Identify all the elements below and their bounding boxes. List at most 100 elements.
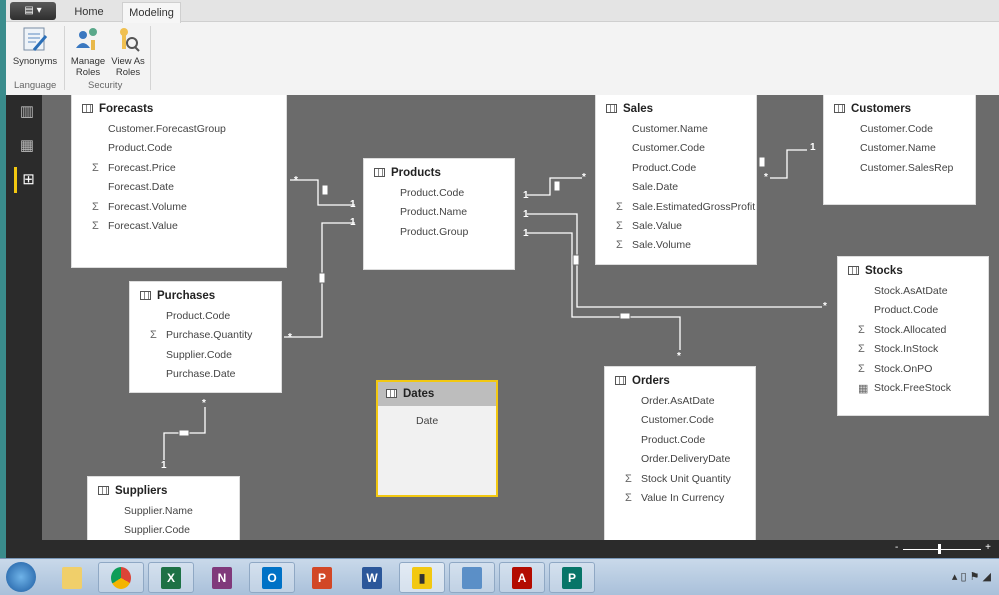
start-button[interactable] xyxy=(6,562,36,592)
field-item[interactable]: Order.AsAtDate xyxy=(641,395,715,407)
taskbar-power-bi[interactable]: ▮ xyxy=(399,562,445,593)
synonyms-button[interactable]: Synonyms xyxy=(12,26,58,67)
table-header[interactable]: Sales xyxy=(606,99,653,119)
field-item[interactable]: Σ Purchase.Quantity xyxy=(150,329,252,341)
field-item[interactable]: Customer.ForecastGroup xyxy=(108,123,226,135)
field-item[interactable]: Σ Value In Currency xyxy=(625,492,724,504)
cardinality-one: 1 xyxy=(161,460,167,471)
field-item[interactable]: Product.Code xyxy=(108,142,172,154)
field-item[interactable]: Σ Stock.OnPO xyxy=(858,363,932,375)
field-item[interactable]: Product.Code xyxy=(641,434,705,446)
field-item[interactable]: Σ Forecast.Price xyxy=(92,161,176,174)
taskbar-powerpoint[interactable]: P xyxy=(299,562,345,593)
crossfilter-icon xyxy=(178,429,190,437)
file-menu-button[interactable]: ▤ ▾ xyxy=(10,2,56,20)
table-header[interactable]: Forecasts xyxy=(82,99,153,119)
field-item[interactable]: Product.Code xyxy=(632,162,696,174)
field-name: Stock.Allocated xyxy=(874,323,947,336)
field-name: Date xyxy=(416,415,439,427)
zoom-slider[interactable]: - + xyxy=(895,542,991,555)
field-item[interactable]: Product.Name xyxy=(400,206,467,218)
taskbar-control-panel[interactable] xyxy=(449,562,495,593)
table-card-stocks[interactable]: Stocks Stock.AsAtDate Product.Code Σ Stock.A… xyxy=(837,256,989,416)
field-item[interactable]: Σ Sale.Value xyxy=(616,220,683,232)
table-card-suppliers[interactable]: Suppliers Supplier.Name Supplier.Code xyxy=(87,476,240,540)
cardinality-one: 1 xyxy=(523,209,529,220)
taskbar-explorer[interactable] xyxy=(49,562,95,593)
cardinality-many: * xyxy=(823,301,827,312)
table-card-forecasts[interactable]: Forecasts Customer.ForecastGroup Product.C… xyxy=(71,95,287,268)
cardinality-one: 1 xyxy=(810,142,816,153)
taskbar-acrobat[interactable]: A xyxy=(499,562,545,593)
data-view-icon[interactable]: ▦ xyxy=(14,133,40,159)
field-name: Forecast.Price xyxy=(108,161,176,174)
field-item[interactable]: Customer.SalesRep xyxy=(860,162,953,174)
group-security-label: Security xyxy=(88,80,123,91)
table-icon xyxy=(848,266,859,275)
field-item[interactable]: Date xyxy=(416,415,438,427)
table-card-orders[interactable]: Orders Order.AsAtDate Customer.Code Product… xyxy=(604,366,756,540)
table-card-products[interactable]: Products Product.Code Product.Name Product.… xyxy=(363,158,515,270)
field-item[interactable]: Σ Sale.Volume xyxy=(616,239,691,251)
field-name: Product.Code xyxy=(641,433,706,446)
relationships-view-icon[interactable]: ⊞ xyxy=(14,167,40,193)
group-language-label: Language xyxy=(14,80,57,91)
view-as-roles-button[interactable]: View As Roles xyxy=(108,26,148,78)
table-header[interactable]: Purchases xyxy=(140,286,215,306)
taskbar-onenote[interactable]: N xyxy=(199,562,245,593)
table-header[interactable]: Customers xyxy=(834,99,911,119)
table-header[interactable]: Stocks xyxy=(848,261,903,281)
field-item[interactable]: Customer.Name xyxy=(860,142,936,154)
field-item[interactable]: Product.Group xyxy=(400,226,468,238)
field-item[interactable]: Σ Stock Unit Quantity xyxy=(625,473,731,485)
sum-icon: Σ xyxy=(625,492,632,504)
field-item[interactable]: Supplier.Name xyxy=(124,505,193,517)
field-item[interactable]: Forecast.Date xyxy=(108,181,174,193)
field-item[interactable]: Order.DeliveryDate xyxy=(641,453,730,465)
field-item[interactable]: Sale.Date xyxy=(632,181,678,193)
field-name: Sale.Value xyxy=(632,220,683,232)
manage-roles-button[interactable]: Manage Roles xyxy=(68,26,108,78)
field-item[interactable]: Σ Sale.EstimatedGrossProfit xyxy=(616,201,755,213)
taskbar-outlook[interactable]: O xyxy=(249,562,295,593)
tab-home[interactable]: Home xyxy=(66,2,112,23)
relationships-canvas[interactable]: * 1 1 * 1 * * 1 1 1 * * * 1 Forecasts Cus… xyxy=(42,95,999,540)
field-item[interactable]: Stock.AsAtDate xyxy=(874,285,948,297)
system-tray[interactable]: ▴ ▯ ⚑ ◢ xyxy=(952,570,991,583)
field-item[interactable]: Σ Forecast.Value xyxy=(92,220,178,232)
taskbar-excel[interactable]: X xyxy=(148,562,194,593)
table-header[interactable]: Suppliers xyxy=(98,481,167,501)
field-name: Product.Name xyxy=(400,206,468,219)
table-card-customers[interactable]: Customers Customer.Code Customer.Name Custo… xyxy=(823,95,976,205)
table-icon xyxy=(606,104,617,113)
field-item[interactable]: Supplier.Code xyxy=(124,524,190,536)
field-item[interactable]: Product.Code xyxy=(874,304,938,316)
field-item[interactable]: Customer.Code xyxy=(632,142,705,154)
zoom-out-button[interactable]: - xyxy=(895,542,898,553)
table-header[interactable]: Orders xyxy=(615,371,670,391)
report-view-icon[interactable]: ▥ xyxy=(14,99,40,125)
view-as-roles-icon xyxy=(113,26,143,54)
field-item[interactable]: Σ Stock.InStock xyxy=(858,343,938,355)
field-item[interactable]: Customer.Code xyxy=(641,414,714,426)
table-card-purchases[interactable]: Purchases Product.Code Σ Purchase.Quantity S… xyxy=(129,281,282,393)
taskbar-chrome[interactable] xyxy=(98,562,144,593)
field-item[interactable]: ▦ Stock.FreeStock xyxy=(858,382,951,395)
field-item[interactable]: Customer.Name xyxy=(632,123,708,135)
field-item[interactable]: Product.Code xyxy=(400,187,464,199)
tab-modeling[interactable]: Modeling xyxy=(122,2,181,23)
table-header[interactable]: Dates xyxy=(378,382,496,406)
field-item[interactable]: Σ Stock.Allocated xyxy=(858,323,947,336)
zoom-in-button[interactable]: + xyxy=(985,542,991,553)
taskbar-word[interactable]: W xyxy=(349,562,395,593)
taskbar-publisher[interactable]: P xyxy=(549,562,595,593)
zoom-thumb[interactable] xyxy=(938,544,942,554)
field-item[interactable]: Supplier.Code xyxy=(166,349,232,361)
table-header[interactable]: Products xyxy=(374,163,441,183)
field-item[interactable]: Purchase.Date xyxy=(166,368,235,380)
table-card-sales[interactable]: Sales Customer.Name Customer.Code Product.C… xyxy=(595,95,757,265)
table-card-dates[interactable]: Dates Date xyxy=(376,380,498,497)
field-item[interactable]: Σ Forecast.Volume xyxy=(92,201,187,213)
field-item[interactable]: Customer.Code xyxy=(860,123,933,135)
field-item[interactable]: Product.Code xyxy=(166,310,230,322)
